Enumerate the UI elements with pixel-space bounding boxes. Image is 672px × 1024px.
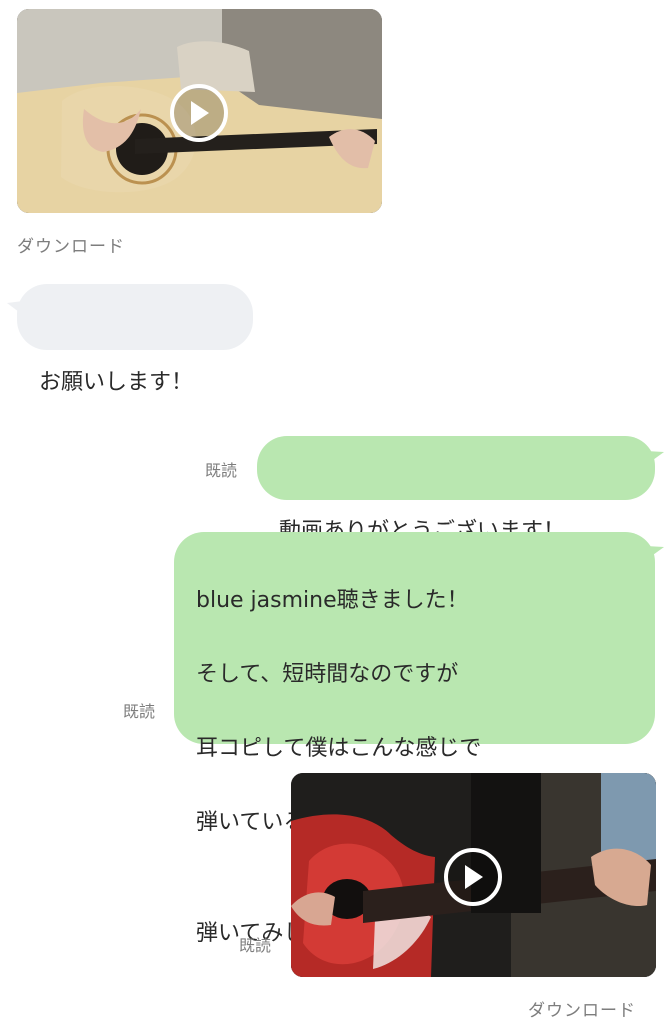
incoming-message-text: お願いします！ <box>39 370 194 395</box>
read-receipt: 既読 <box>239 936 272 955</box>
message-line: そして、短時間なのですが <box>196 662 459 687</box>
message-line: 耳コピして僕はこんな感じで <box>196 736 482 761</box>
outgoing-message: 動画ありがとうございます！ <box>257 436 655 544</box>
incoming-video-thumbnail[interactable] <box>17 9 382 213</box>
play-icon[interactable] <box>444 848 502 906</box>
read-receipt: 既読 <box>123 702 156 721</box>
incoming-message: お願いします！ <box>17 284 253 395</box>
play-icon[interactable] <box>170 84 228 142</box>
incoming-bubble-tail <box>7 301 23 315</box>
outgoing-bubble-tail <box>646 546 664 560</box>
outgoing-video-thumbnail[interactable] <box>291 773 656 977</box>
message-line: blue jasmine聴きました！ <box>196 588 469 613</box>
outgoing-message: blue jasmine聴きました！ そして、短時間なのですが 耳コピして僕はこ… <box>174 532 655 946</box>
download-link[interactable]: ダウンロード <box>17 232 125 257</box>
download-link[interactable]: ダウンロード <box>528 996 636 1021</box>
read-receipt: 既読 <box>205 461 238 480</box>
outgoing-bubble-tail <box>646 451 664 465</box>
